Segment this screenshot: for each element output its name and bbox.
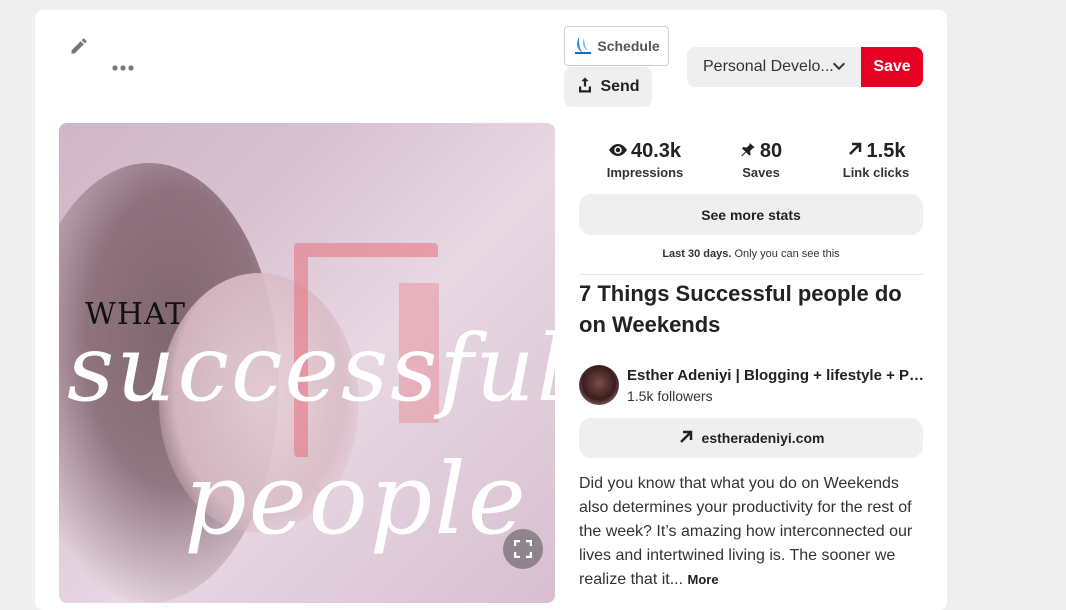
author-name[interactable]: Esther Adeniyi | Blogging + lifestyle + … <box>627 367 927 384</box>
arrow-up-right-icon <box>847 140 863 163</box>
send-label: Send <box>600 78 640 95</box>
avatar[interactable] <box>579 365 619 405</box>
stat-impressions: 40.3k Impressions <box>587 140 703 180</box>
chevron-down-icon <box>831 58 847 79</box>
arrow-up-right-icon <box>678 429 694 448</box>
expand-fullscreen-icon[interactable] <box>503 529 543 569</box>
website-label: estheradeniyi.com <box>701 430 825 446</box>
saves-value: 80 <box>759 140 783 162</box>
eye-icon <box>608 140 627 163</box>
pin-image[interactable]: WHAT successful people <box>59 123 555 603</box>
stat-link-clicks: 1.5k Link clicks <box>821 140 931 180</box>
website-link-button[interactable]: estheradeniyi.com <box>579 418 923 458</box>
send-button[interactable]: Send <box>564 67 652 107</box>
link-clicks-label: Link clicks <box>842 165 910 180</box>
more-options-icon[interactable] <box>109 58 137 78</box>
description-text: Did you know that what you do on Weekend… <box>579 475 913 588</box>
divider <box>579 274 923 275</box>
see-more-stats-button[interactable]: See more stats <box>579 194 923 235</box>
pin-card: Schedule Send Personal Develo... Save WH… <box>35 10 947 610</box>
image-text-successful: successful <box>67 315 555 422</box>
save-button[interactable]: Save <box>861 47 923 87</box>
impressions-label: Impressions <box>606 165 684 180</box>
edit-pencil-icon[interactable] <box>65 34 93 58</box>
follower-count: 1.5k followers <box>627 388 713 404</box>
saves-label: Saves <box>742 165 780 180</box>
schedule-label: Schedule <box>597 38 660 54</box>
schedule-logo-icon <box>573 35 593 58</box>
more-link[interactable]: More <box>688 572 719 587</box>
schedule-button[interactable]: Schedule <box>564 26 669 66</box>
link-clicks-value: 1.5k <box>866 140 906 162</box>
pin-description: Did you know that what you do on Weekend… <box>579 472 923 592</box>
pin-title: 7 Things Successful people do on Weekend… <box>579 281 902 337</box>
stats-note-privacy: Only you can see this <box>734 248 840 260</box>
board-select[interactable]: Personal Develo... <box>687 47 861 87</box>
pushpin-icon <box>740 140 756 163</box>
impressions-value: 40.3k <box>630 140 682 162</box>
stats-note: Last 30 days. Only you can see this <box>579 248 923 260</box>
board-select-value: Personal Develo... <box>703 58 834 75</box>
share-upload-icon <box>576 76 594 99</box>
image-text-people: people <box>184 443 528 557</box>
stats-note-period: Last 30 days. <box>662 248 732 260</box>
stat-saves: 80 Saves <box>715 140 807 180</box>
